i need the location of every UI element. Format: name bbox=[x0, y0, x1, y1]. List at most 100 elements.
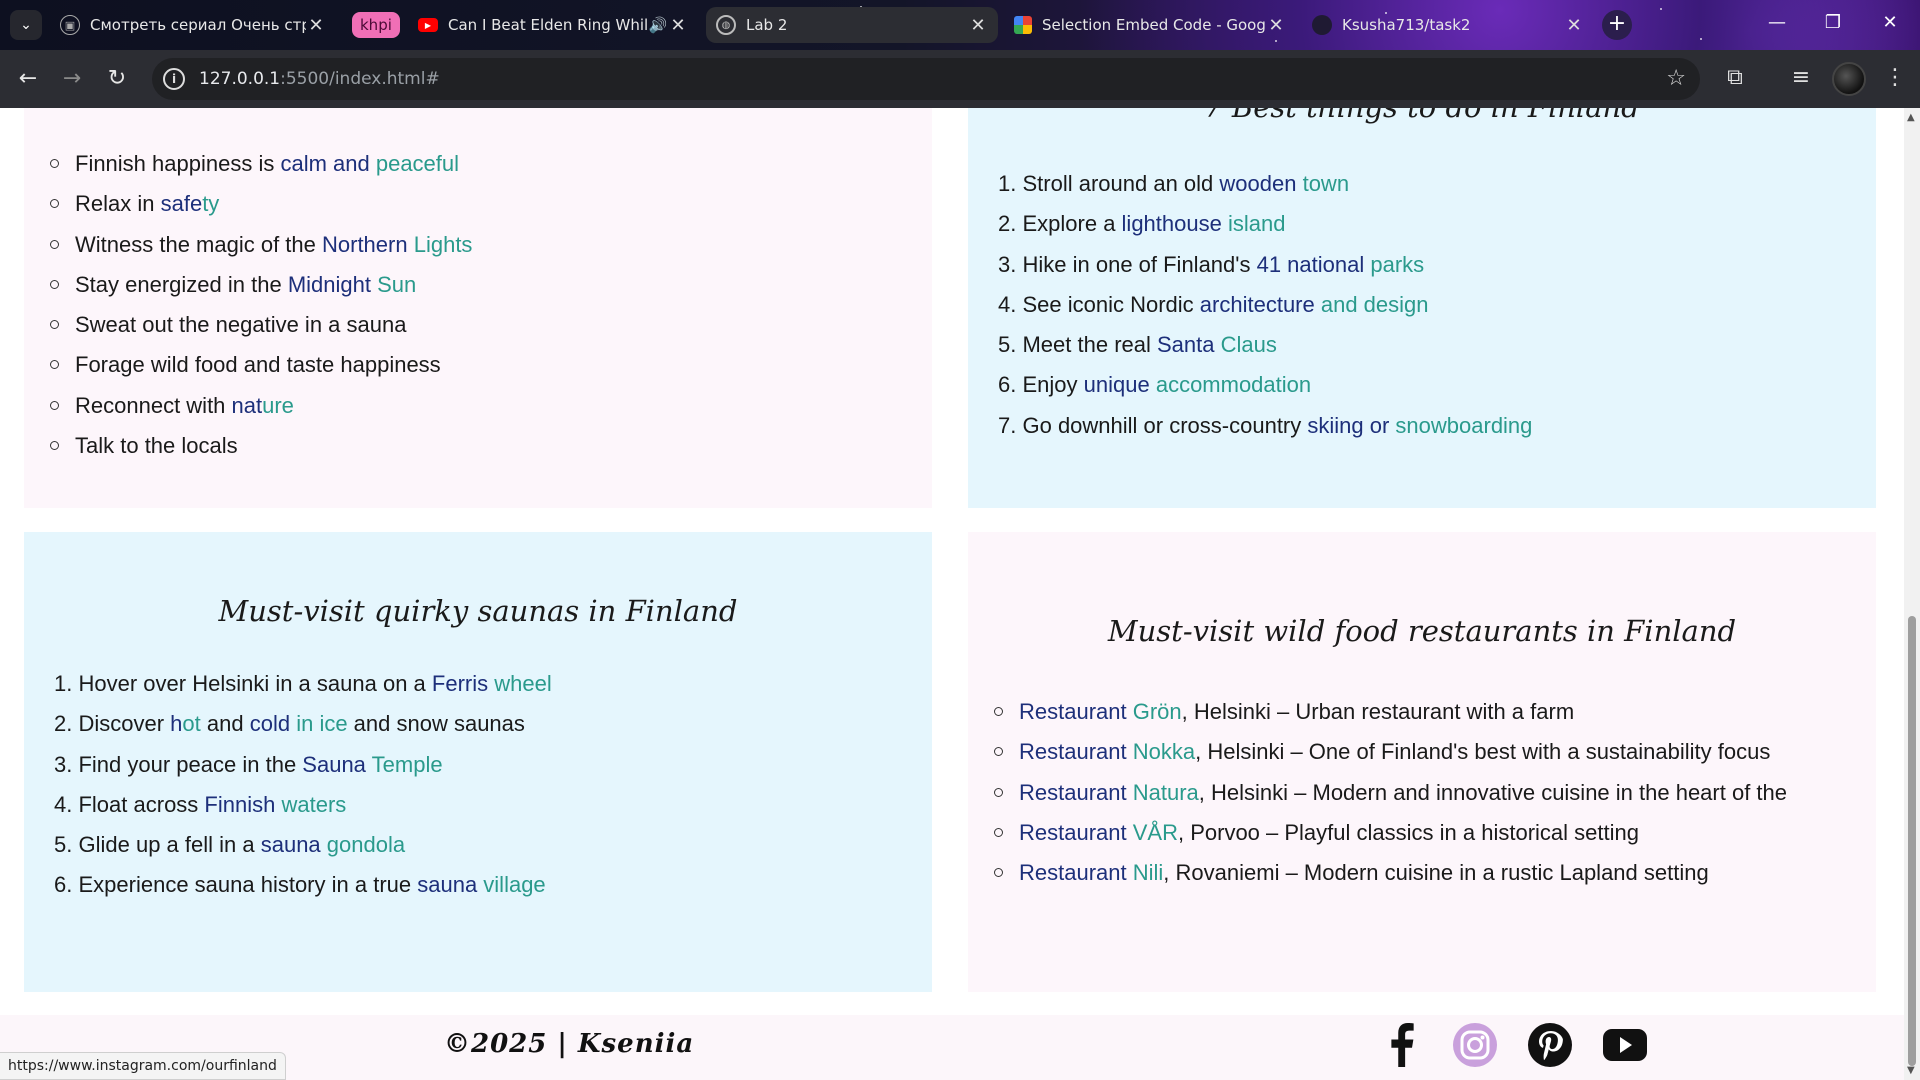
profile-avatar[interactable] bbox=[1832, 62, 1866, 96]
minimize-button[interactable]: — bbox=[1757, 12, 1797, 33]
list-item: 6. Enjoy unique accommodation bbox=[998, 365, 1532, 405]
item-link[interactable]: Natura bbox=[1133, 780, 1199, 805]
close-tab-icon[interactable]: ✕ bbox=[1266, 15, 1286, 36]
item-link[interactable]: architecture bbox=[1200, 292, 1321, 317]
list-item: Witness the magic of the Northern Lights bbox=[50, 225, 472, 265]
item-link[interactable]: and design bbox=[1321, 292, 1429, 317]
item-link[interactable]: safe bbox=[161, 191, 203, 216]
extensions-icon[interactable]: ⧉ bbox=[1720, 65, 1750, 90]
item-link[interactable]: accommodation bbox=[1156, 372, 1311, 397]
item-link[interactable]: Restaurant bbox=[1019, 739, 1133, 764]
pinterest-icon[interactable] bbox=[1527, 1022, 1573, 1068]
scroll-down-arrow[interactable]: ▼ bbox=[1907, 1065, 1915, 1076]
close-tab-icon[interactable]: ✕ bbox=[668, 15, 688, 36]
scroll-up-arrow[interactable]: ▲ bbox=[1907, 112, 1915, 123]
tab-1[interactable]: ▶ Can I Beat Elden Ring While 🔊 ✕ bbox=[408, 7, 698, 43]
item-link[interactable]: snowboarding bbox=[1395, 413, 1532, 438]
item-link[interactable]: skiing or bbox=[1307, 413, 1395, 438]
item-link[interactable]: Nokka bbox=[1133, 739, 1195, 764]
item-link[interactable]: Restaurant bbox=[1019, 699, 1133, 724]
restore-button[interactable]: ❐ bbox=[1813, 12, 1853, 33]
item-link[interactable]: ot bbox=[182, 711, 200, 736]
item-link[interactable]: in ice bbox=[296, 711, 347, 736]
tab-group-label[interactable]: khpi bbox=[352, 12, 400, 38]
item-link[interactable]: 41 national bbox=[1257, 252, 1371, 277]
media-controls-icon[interactable]: ≡ bbox=[1786, 65, 1816, 90]
item-link[interactable]: Claus bbox=[1221, 332, 1277, 357]
item-link[interactable]: Sun bbox=[377, 272, 416, 297]
item-link[interactable]: Finnish bbox=[204, 792, 281, 817]
item-link[interactable]: Midnight bbox=[288, 272, 377, 297]
item-link[interactable]: Restaurant bbox=[1019, 860, 1133, 885]
tab-0[interactable]: ▣ Смотреть сериал Очень стран ✕ bbox=[50, 7, 336, 43]
url-path: :5500/index.html# bbox=[280, 69, 440, 89]
globe-icon: ◍ bbox=[716, 15, 736, 35]
youtube-icon[interactable] bbox=[1602, 1022, 1648, 1068]
item-link[interactable]: cold bbox=[250, 711, 296, 736]
item-link[interactable]: Grön bbox=[1133, 699, 1182, 724]
tab-4[interactable]: Ksusha713/task2 ✕ bbox=[1302, 7, 1594, 43]
tab-search-button[interactable]: ⌄ bbox=[10, 10, 42, 40]
address-bar[interactable]: i 127.0.0.1:5500/index.html# ☆ bbox=[152, 58, 1700, 100]
things-card: 7 Best things to do in Finland 1. Stroll… bbox=[968, 108, 1876, 508]
item-link[interactable]: VÅR bbox=[1133, 820, 1178, 845]
item-link[interactable]: Restaurant bbox=[1019, 780, 1133, 805]
item-link[interactable]: ure bbox=[262, 393, 294, 418]
item-link[interactable]: Ferris bbox=[432, 671, 494, 696]
reload-button[interactable]: ↻ bbox=[103, 65, 131, 93]
item-link[interactable]: nat bbox=[232, 393, 263, 418]
tab-title: Смотреть сериал Очень стран bbox=[90, 16, 306, 34]
tab-strip: ⌄ ▣ Смотреть сериал Очень стран ✕ khpi ▶… bbox=[0, 0, 1920, 50]
youtube-icon: ▶ bbox=[418, 18, 438, 32]
tab-2[interactable]: ◍ Lab 2 ✕ bbox=[706, 7, 998, 43]
page-scrollbar[interactable]: ▲ ▼ bbox=[1904, 108, 1920, 1080]
item-text: , Helsinki – Urban restaurant with a far… bbox=[1181, 699, 1575, 724]
item-link[interactable]: island bbox=[1228, 211, 1285, 236]
item-link[interactable]: Santa bbox=[1157, 332, 1221, 357]
item-link[interactable]: town bbox=[1303, 171, 1349, 196]
item-link[interactable]: calm and bbox=[280, 151, 375, 176]
item-text: Discover bbox=[78, 711, 171, 737]
tab-3[interactable]: Selection Embed Code - Googl ✕ bbox=[1004, 7, 1296, 43]
item-link[interactable]: Restaurant bbox=[1019, 820, 1133, 845]
item-link[interactable]: gondola bbox=[327, 832, 405, 857]
item-link[interactable]: Northern bbox=[322, 232, 414, 257]
item-link[interactable]: Temple bbox=[372, 752, 443, 777]
menu-icon[interactable]: ⋮ bbox=[1880, 65, 1910, 90]
item-link[interactable]: lighthouse bbox=[1122, 211, 1228, 236]
item-link[interactable]: parks bbox=[1370, 252, 1424, 277]
close-window-button[interactable]: ✕ bbox=[1870, 12, 1910, 33]
item-link[interactable]: h bbox=[170, 711, 182, 736]
item-link[interactable]: Nili bbox=[1133, 860, 1164, 885]
tab-title: Selection Embed Code - Googl bbox=[1042, 16, 1266, 34]
new-tab-button[interactable]: + bbox=[1602, 10, 1632, 40]
item-link[interactable]: sauna bbox=[261, 832, 327, 857]
item-link[interactable]: wooden bbox=[1219, 171, 1302, 196]
item-link[interactable]: peaceful bbox=[376, 151, 459, 176]
item-link[interactable]: village bbox=[483, 872, 545, 897]
facebook-icon[interactable] bbox=[1378, 1022, 1424, 1068]
list-number: 1. bbox=[54, 671, 73, 696]
bookmark-star-icon[interactable]: ☆ bbox=[1666, 66, 1686, 91]
list-item: 4. See iconic Nordic architecture and de… bbox=[998, 285, 1532, 325]
item-link[interactable]: Lights bbox=[414, 232, 473, 257]
item-link[interactable]: unique bbox=[1084, 372, 1156, 397]
list-item: Restaurant VÅR, Porvoo – Playful classic… bbox=[994, 813, 1787, 853]
scrollbar-thumb[interactable] bbox=[1908, 616, 1916, 1066]
close-tab-icon[interactable]: ✕ bbox=[1564, 15, 1584, 36]
item-link[interactable]: wheel bbox=[494, 671, 551, 696]
item-link[interactable]: waters bbox=[281, 792, 346, 817]
audio-playing-icon[interactable]: 🔊 bbox=[648, 16, 668, 34]
instagram-icon[interactable] bbox=[1452, 1022, 1498, 1068]
close-tab-icon[interactable]: ✕ bbox=[968, 15, 988, 36]
item-text: , Porvoo – Playful classics in a histori… bbox=[1177, 819, 1639, 845]
item-link[interactable]: sauna bbox=[417, 872, 483, 897]
browser-toolbar: ← → ↻ i 127.0.0.1:5500/index.html# ☆ ⧉ ≡… bbox=[0, 50, 1920, 108]
back-button[interactable]: ← bbox=[14, 65, 42, 93]
item-link[interactable]: ty bbox=[202, 191, 219, 216]
site-info-icon[interactable]: i bbox=[163, 68, 185, 90]
close-tab-icon[interactable]: ✕ bbox=[306, 15, 326, 36]
list-item: 2. Discover hot and cold in ice and snow… bbox=[54, 704, 552, 744]
forward-button[interactable]: → bbox=[58, 65, 86, 93]
item-link[interactable]: Sauna bbox=[302, 752, 371, 777]
